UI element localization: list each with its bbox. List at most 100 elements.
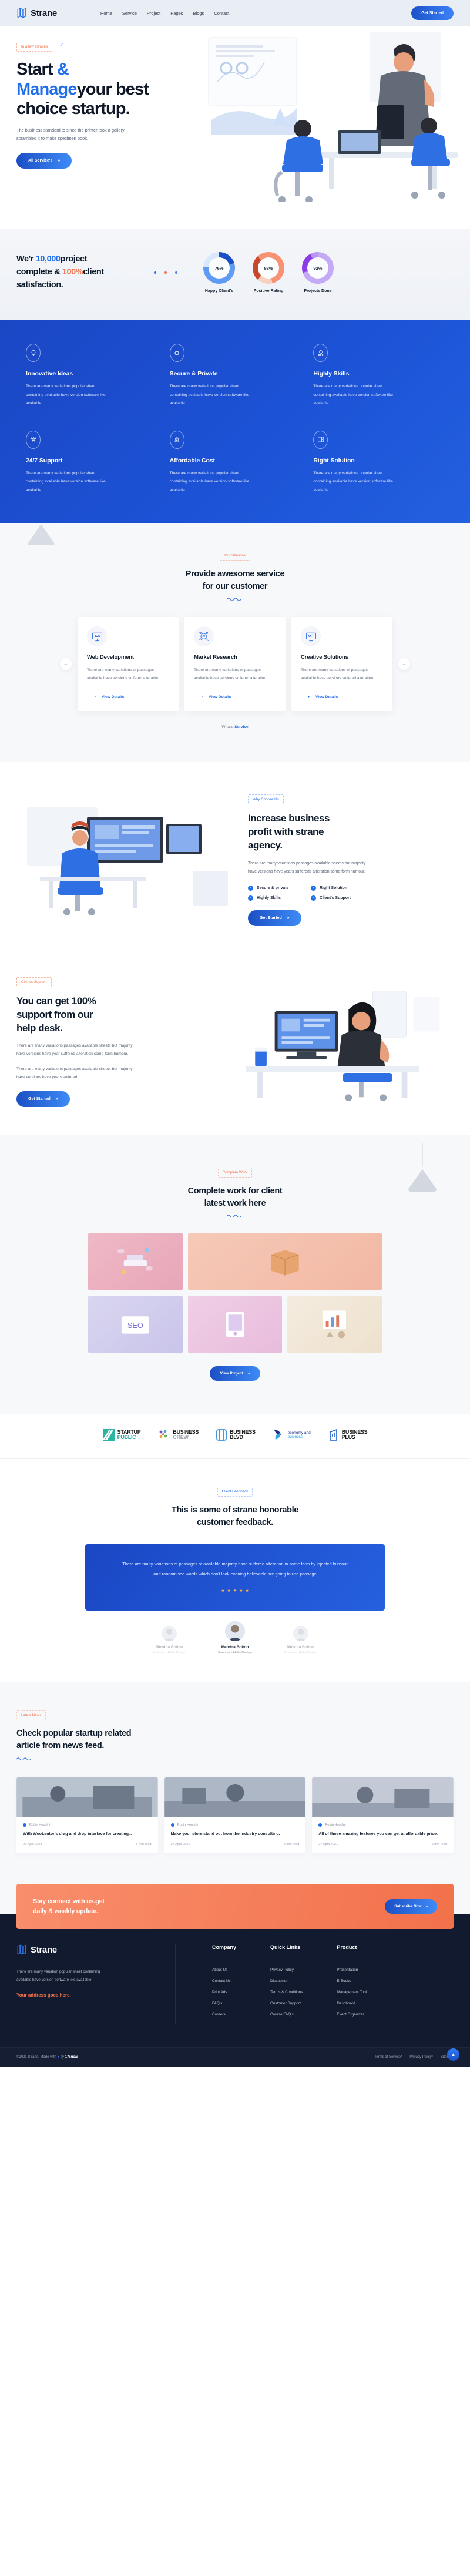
nav-item-blogs[interactable]: Blogs bbox=[193, 11, 204, 16]
nav-item-home[interactable]: Home bbox=[100, 11, 112, 16]
nav-item-service[interactable]: Service bbox=[122, 11, 137, 16]
chevron-right-icon: » bbox=[247, 1371, 250, 1376]
chevron-right-icon: » bbox=[425, 1904, 428, 1909]
support-get-started-button[interactable]: Get Started» bbox=[16, 1091, 70, 1108]
blog-post-0[interactable]: Robin Hoodini With WooLentor's drag and … bbox=[16, 1777, 158, 1854]
nav-item-contact[interactable]: Contact bbox=[214, 11, 229, 16]
footer-link-dashboard[interactable]: Dashboard bbox=[337, 2001, 367, 2005]
portfolio-item-1[interactable] bbox=[187, 1233, 382, 1291]
footer-column-product: Product Presentation E-Books Management … bbox=[337, 1944, 367, 2024]
star-icon: ★ bbox=[227, 1589, 231, 1594]
feature-secure-private: Secure & Private There are many variatio… bbox=[169, 344, 301, 408]
carousel-prev-button[interactable]: ← bbox=[60, 658, 72, 670]
service-card-market-research[interactable]: Market Research There are many variation… bbox=[184, 617, 286, 711]
svg-text:SEO: SEO bbox=[127, 1321, 143, 1330]
stat-value-1: 88% bbox=[264, 265, 273, 271]
newsletter-wrapper: Stay connect with us.get daily & weekly … bbox=[0, 1884, 470, 1930]
hero-title-line2: your best bbox=[76, 79, 149, 99]
brand-line2-1: CREW bbox=[173, 1434, 189, 1441]
footer-link-discussion[interactable]: Discussion bbox=[270, 1979, 303, 1983]
business-blvd-mark-icon bbox=[216, 1429, 227, 1441]
strane-logo-icon bbox=[17, 1944, 26, 1955]
footer-link-careers[interactable]: Careers bbox=[212, 2012, 236, 2017]
portfolio-view-project-button[interactable]: View Project» bbox=[209, 1366, 261, 1381]
support-title-line3: help desk. bbox=[16, 1022, 63, 1034]
post-date-0: 27 April 2021 bbox=[23, 1843, 42, 1847]
service-link-0[interactable]: View Details bbox=[87, 695, 124, 699]
footer-address: Your address goes here. bbox=[16, 1992, 71, 1998]
testimonial-quote: There are many variations of passages of… bbox=[122, 1561, 348, 1577]
testimonial-author-2[interactable]: Melvina Bolton Founder - Hello Design bbox=[284, 1626, 317, 1655]
business-plus-mark-icon bbox=[329, 1429, 337, 1441]
hero-title-manage: Manage bbox=[16, 79, 77, 99]
footer-link-customer-support[interactable]: Customer Support bbox=[270, 2001, 303, 2005]
hero-paragraph: The business standard to since the print… bbox=[16, 127, 125, 142]
footer-link-management-tool[interactable]: Management Tool bbox=[337, 1990, 367, 1994]
stat-label-2: Projects Done bbox=[304, 289, 332, 293]
nav-item-pages[interactable]: Pages bbox=[170, 11, 183, 16]
star-icon: ★ bbox=[245, 1589, 249, 1594]
testimonial-author-1[interactable]: Melvina Bolton Founder - Hello Design bbox=[218, 1621, 252, 1655]
support-section: Client's Support You can get 100% suppor… bbox=[0, 950, 470, 1136]
monitor-code-icon bbox=[87, 626, 107, 647]
author-name-0: Melvina Bolton bbox=[156, 1645, 183, 1650]
service-link-2[interactable]: View Details bbox=[301, 695, 338, 699]
header-get-started-button[interactable]: Get Started bbox=[411, 6, 454, 20]
testimonial-author-0[interactable]: Melvina Bolton Founder - Hello Design bbox=[153, 1626, 186, 1655]
hero-title: Start & Manageyour best choice startup. bbox=[16, 60, 194, 119]
service-link-1[interactable]: View Details bbox=[194, 695, 231, 699]
nav-item-project[interactable]: Project bbox=[147, 11, 160, 16]
cost-icon bbox=[169, 430, 184, 449]
footer-link-contact-us[interactable]: Contact Us bbox=[212, 1979, 236, 1983]
footer-privacy-policy[interactable]: Privacy Policy* bbox=[409, 2055, 433, 2059]
footer-terms-of-service[interactable]: Terms of Service* bbox=[374, 2055, 402, 2059]
why-title: Increase business profit with strane age… bbox=[248, 812, 442, 853]
post-read-0: 5 min read bbox=[136, 1843, 152, 1847]
services-title: Provide awesome service for our customer bbox=[0, 568, 470, 593]
testimonials-badge: Client Feedback bbox=[217, 1487, 253, 1497]
footer-link-e-books[interactable]: E-Books bbox=[337, 1979, 367, 1983]
chevron-up-icon: ▲ bbox=[451, 2052, 456, 2058]
stat-label-0: Happy Client's bbox=[204, 289, 234, 293]
stat-ring-positive-rating: 88% Positive Rating bbox=[253, 252, 284, 293]
service-card-web-development[interactable]: Web Development There are many variation… bbox=[78, 617, 179, 711]
feature-text-2: There are many variations popular sheet … bbox=[313, 384, 393, 405]
logo[interactable]: Strane bbox=[16, 8, 57, 18]
subscribe-button[interactable]: Subscribe Now» bbox=[385, 1899, 437, 1914]
hero-all-services-button[interactable]: All Service's » bbox=[16, 152, 72, 169]
blog-post-1[interactable]: Robin Hoodini Make your store stand out … bbox=[164, 1777, 306, 1854]
carousel-dots[interactable] bbox=[154, 271, 177, 274]
footer-link-about-us[interactable]: About Us bbox=[212, 1968, 236, 1972]
footer-link-course-faqs[interactable]: Course FAQ's bbox=[270, 2012, 303, 2017]
footer-link-presentation[interactable]: Presentation bbox=[337, 1968, 367, 1972]
portfolio-item-2[interactable]: SEO bbox=[88, 1296, 183, 1354]
footer-link-event-organizer[interactable]: Event Organizer bbox=[337, 2012, 367, 2017]
scroll-to-top-button[interactable]: ▲ bbox=[447, 2048, 459, 2061]
footer-link-print-ads[interactable]: Print Ads bbox=[212, 1990, 236, 1994]
why-get-started-button[interactable]: Get Started» bbox=[248, 910, 301, 927]
skills-icon bbox=[313, 344, 328, 362]
feature-affordable-cost: Affordable Cost There are many variation… bbox=[169, 430, 301, 495]
post-footer-2: 27 April 2021 5 min read bbox=[318, 1843, 447, 1846]
footer-link-faqs[interactable]: FAQ's bbox=[212, 2001, 236, 2005]
service-title-2: Creative Solutions bbox=[301, 654, 348, 661]
post-body: Robin Hoodini Make your store stand out … bbox=[164, 1817, 306, 1854]
portfolio-item-3[interactable] bbox=[187, 1296, 283, 1354]
blog-post-2[interactable]: Robin Hoodini All of those amazing featu… bbox=[312, 1777, 454, 1854]
footer-link-terms-conditions[interactable]: Terms & Conditions bbox=[270, 1990, 303, 1994]
post-meta-0: Robin Hoodini bbox=[23, 1823, 152, 1827]
carousel-next-button[interactable]: → bbox=[398, 658, 410, 670]
economy-business-mark-icon bbox=[274, 1430, 281, 1440]
portfolio-item-0[interactable] bbox=[88, 1233, 183, 1291]
stat-value-2: 92% bbox=[313, 265, 323, 271]
feature-title-3: 24/7 Support bbox=[26, 457, 63, 464]
post-date-1: 27 April 2021 bbox=[170, 1843, 190, 1847]
footer-logo[interactable]: Strane bbox=[16, 1944, 152, 1955]
strane-logo-icon bbox=[17, 8, 26, 18]
check-icon: ✓ bbox=[311, 895, 316, 901]
portfolio-item-4[interactable] bbox=[287, 1296, 382, 1354]
services-all-link[interactable]: What's Service bbox=[0, 725, 470, 729]
footer-link-privacy-policy[interactable]: Privacy Policy bbox=[270, 1968, 303, 1972]
service-card-creative-solutions[interactable]: Creative Solutions There are many variat… bbox=[291, 617, 392, 711]
feature-highly-skills: Highly Skills There are many variations … bbox=[313, 344, 444, 408]
